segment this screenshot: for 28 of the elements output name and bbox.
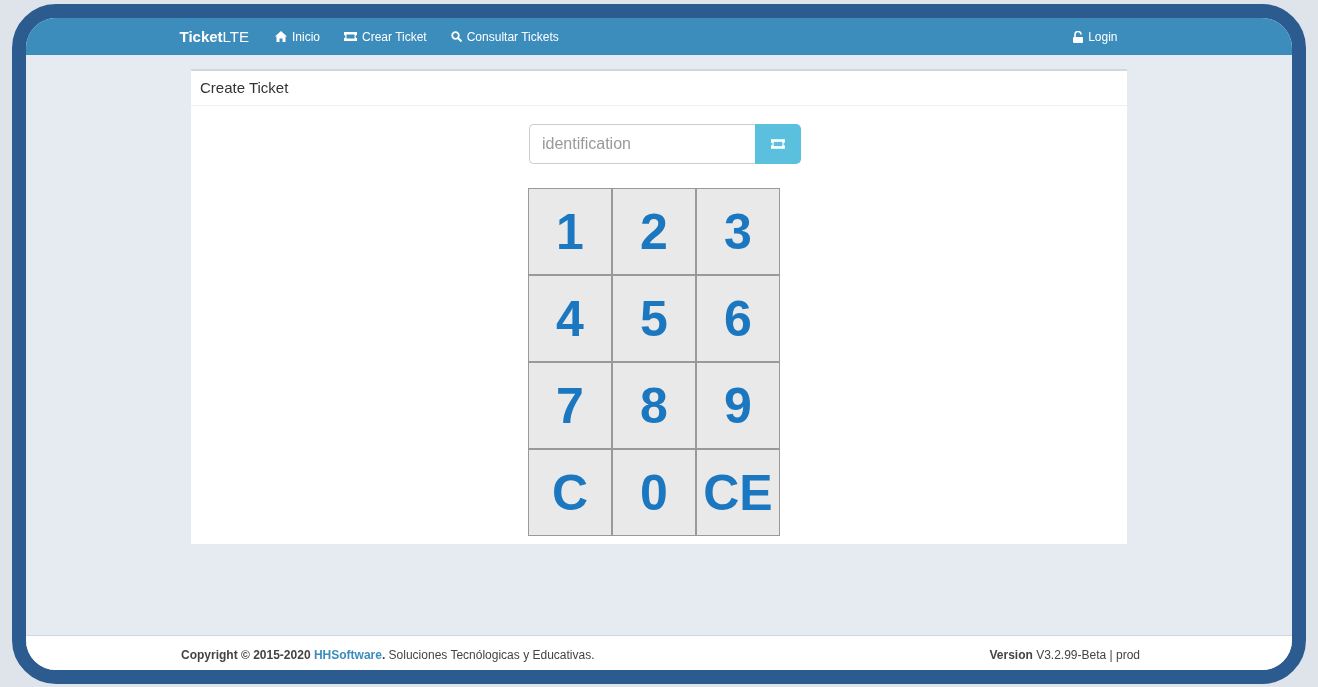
lock-icon <box>1073 30 1084 43</box>
keypad-key[interactable]: 5 <box>612 275 696 362</box>
keypad-key[interactable]: CE <box>696 449 780 536</box>
copyright-text: Copyright © 2015-2020 HHSoftware. Soluciones Tecnólogicas y Educativas. <box>181 648 595 662</box>
keypad-key[interactable]: C <box>528 449 612 536</box>
keypad-key[interactable]: 1 <box>528 188 612 275</box>
version-text: Version V3.2.99-Beta | prod <box>989 648 1140 662</box>
keypad-key[interactable]: 0 <box>612 449 696 536</box>
keypad-key[interactable]: 8 <box>612 362 696 449</box>
ticket-button[interactable] <box>755 124 801 164</box>
keypad-key[interactable]: 9 <box>696 362 780 449</box>
ticket-icon <box>344 32 357 41</box>
keypad-key[interactable]: 4 <box>528 275 612 362</box>
brand-logo[interactable]: TicketLTE <box>179 28 249 45</box>
keypad-key[interactable]: 2 <box>612 188 696 275</box>
keypad-key[interactable]: 6 <box>696 275 780 362</box>
search-icon <box>450 31 462 42</box>
home-icon <box>275 31 287 42</box>
nav-link[interactable]: Consultar Tickets <box>450 29 559 44</box>
identification-field[interactable]: identification <box>529 124 755 164</box>
company-link[interactable]: HHSoftware <box>313 648 382 662</box>
nav-link[interactable]: Crear Ticket <box>344 29 427 44</box>
ticket-icon <box>771 139 785 149</box>
keypad-key[interactable]: 7 <box>528 362 612 449</box>
panel-title: Create Ticket <box>200 79 289 96</box>
login-link[interactable]: Login <box>1073 29 1118 44</box>
nav-link[interactable]: Inicio <box>275 29 320 44</box>
keypad-key[interactable]: 3 <box>696 188 780 275</box>
